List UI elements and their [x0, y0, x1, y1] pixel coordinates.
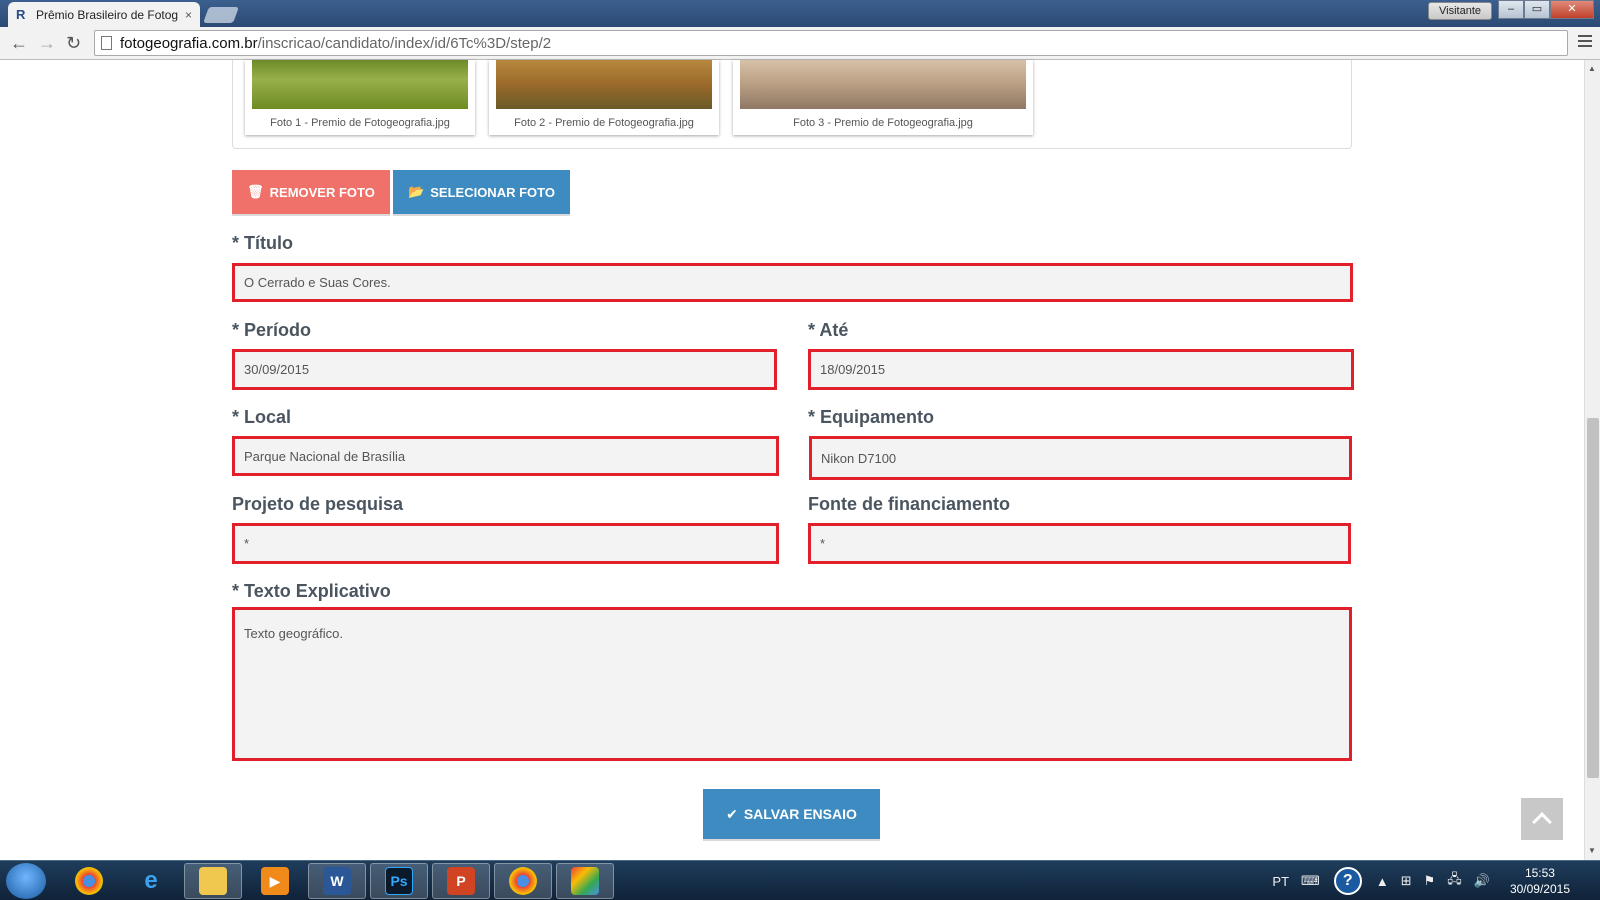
url-host: fotogeografia.com.br	[120, 34, 258, 52]
back-to-top-button[interactable]	[1521, 798, 1563, 840]
explorer-icon[interactable]	[184, 863, 242, 899]
projeto-field[interactable]: *	[232, 523, 779, 564]
photo-card[interactable]: Foto 1 - Premio de Fotogeografia.jpg	[245, 60, 475, 135]
clock-time: 15:53	[1524, 866, 1555, 880]
photo-thumbnail	[496, 60, 712, 109]
photo-caption: Foto 2 - Premio de Fotogeografia.jpg	[514, 117, 694, 129]
remove-photo-label: REMOVER FOTO	[269, 184, 375, 200]
address-bar[interactable]: fotogeografia.com.br/inscricao/candidato…	[94, 30, 1568, 56]
periodo-label: * Período	[232, 320, 312, 340]
start-button[interactable]	[6, 863, 46, 899]
photo-card[interactable]: Foto 3 - Premio de Fotogeografia.jpg	[733, 60, 1033, 135]
folder-open-icon: 📂	[408, 184, 425, 199]
ate-field[interactable]: 18/09/2015	[808, 349, 1354, 390]
profile-button[interactable]: Visitante	[1428, 2, 1492, 20]
periodo-field[interactable]: 30/09/2015	[232, 349, 777, 390]
photo-caption: Foto 1 - Premio de Fotogeografia.jpg	[270, 117, 450, 129]
ie-icon[interactable]: e	[122, 863, 180, 899]
url-path: /inscricao/candidato/index/id/6Tc%3D/ste…	[257, 34, 552, 52]
texto-label: * Texto Explicativo	[232, 581, 391, 601]
local-field[interactable]: Parque Nacional de Brasília	[232, 436, 779, 476]
reload-icon[interactable]: ↻	[66, 33, 81, 53]
tab-title: Prêmio Brasileiro de Fotog	[36, 8, 179, 22]
paint-icon[interactable]	[556, 863, 614, 899]
titulo-label: * Título	[232, 233, 294, 253]
maximize-icon[interactable]: ▭	[1524, 0, 1550, 19]
show-hidden-icons-icon[interactable]: ▲	[1376, 874, 1389, 889]
scroll-up-icon[interactable]: ▲	[1588, 64, 1596, 73]
help-icon[interactable]: ?	[1333, 867, 1362, 895]
site-favicon-icon: R	[16, 7, 26, 22]
projeto-label: Projeto de pesquisa	[232, 494, 404, 514]
tab-close-icon[interactable]: ×	[185, 8, 192, 22]
new-tab-button[interactable]	[203, 7, 239, 23]
system-tray: PT ⌨ ? ▲ ⊞ ⚑ 🖧 🔊 15:53 30/09/2015	[1266, 861, 1600, 900]
language-indicator[interactable]: PT	[1272, 874, 1289, 889]
scrollbar-thumb[interactable]	[1587, 418, 1599, 778]
volume-icon[interactable]: 🔊	[1474, 873, 1490, 889]
close-window-icon[interactable]: ✕	[1550, 0, 1594, 19]
save-essay-button[interactable]: ✔ SALVAR ENSAIO	[703, 789, 880, 839]
ate-label: * Até	[808, 320, 849, 340]
fonte-field[interactable]: *	[808, 523, 1351, 564]
photo-card[interactable]: Foto 2 - Premio de Fotogeografia.jpg	[489, 60, 719, 135]
powerpoint-icon[interactable]: P	[432, 863, 490, 899]
equipamento-label: * Equipamento	[808, 407, 935, 427]
trash-icon: 🗑	[247, 184, 264, 199]
forward-icon[interactable]: →	[38, 33, 56, 53]
fonte-label: Fonte de financiamento	[808, 494, 1011, 514]
chrome-icon[interactable]	[60, 863, 118, 899]
back-icon[interactable]: ←	[10, 33, 28, 53]
browser-tab[interactable]: R Prêmio Brasileiro de Fotog ×	[8, 2, 200, 28]
check-icon: ✔	[726, 805, 738, 822]
local-label: * Local	[232, 407, 292, 427]
photo-caption: Foto 3 - Premio de Fotogeografia.jpg	[793, 117, 973, 129]
taskbar: e ▶ W Ps P PT ⌨ ? ▲ ⊞ ⚑ 🖧 🔊 15:53 30/09/…	[0, 860, 1600, 900]
browser-titlebar: R Prêmio Brasileiro de Fotog × Visitante…	[0, 0, 1600, 28]
vertical-scrollbar[interactable]: ▲ ▼	[1584, 60, 1600, 860]
select-photo-label: SELECIONAR FOTO	[430, 184, 555, 200]
clock[interactable]: 15:53 30/09/2015	[1510, 865, 1570, 897]
network-icon[interactable]: 🖧	[1447, 870, 1462, 892]
chevron-up-icon	[1532, 812, 1552, 832]
photoshop-icon[interactable]: Ps	[370, 863, 428, 899]
action-center-icon[interactable]: ⚑	[1424, 873, 1436, 889]
photo-thumbnail	[252, 60, 468, 109]
save-essay-label: SALVAR ENSAIO	[743, 806, 857, 822]
chrome-icon[interactable]	[494, 863, 552, 899]
page-icon	[101, 36, 112, 50]
media-player-icon[interactable]: ▶	[246, 863, 304, 899]
remove-photo-button[interactable]: 🗑 REMOVER FOTO	[232, 170, 390, 214]
window-controls: – ▭ ✕	[1498, 0, 1594, 19]
photos-panel: Foto 1 - Premio de Fotogeografia.jpg Fot…	[232, 60, 1352, 149]
windows-flag-icon[interactable]: ⊞	[1401, 873, 1412, 889]
clock-date: 30/09/2015	[1509, 882, 1570, 896]
menu-icon[interactable]	[1578, 35, 1592, 50]
select-photo-button[interactable]: 📂 SELECIONAR FOTO	[393, 170, 570, 214]
keyboard-icon[interactable]: ⌨	[1301, 873, 1320, 889]
texto-explicativo-textarea[interactable]: Texto geográfico.	[232, 607, 1352, 761]
minimize-icon[interactable]: –	[1498, 0, 1524, 19]
scroll-down-icon[interactable]: ▼	[1588, 846, 1596, 855]
browser-toolbar: ← → ↻ fotogeografia.com.br/inscricao/can…	[0, 27, 1600, 60]
word-icon[interactable]: W	[308, 863, 366, 899]
titulo-field[interactable]: O Cerrado e Suas Cores.	[232, 263, 1353, 302]
equipamento-field[interactable]: Nikon D7100	[809, 436, 1352, 480]
photo-thumbnail	[740, 60, 1026, 109]
